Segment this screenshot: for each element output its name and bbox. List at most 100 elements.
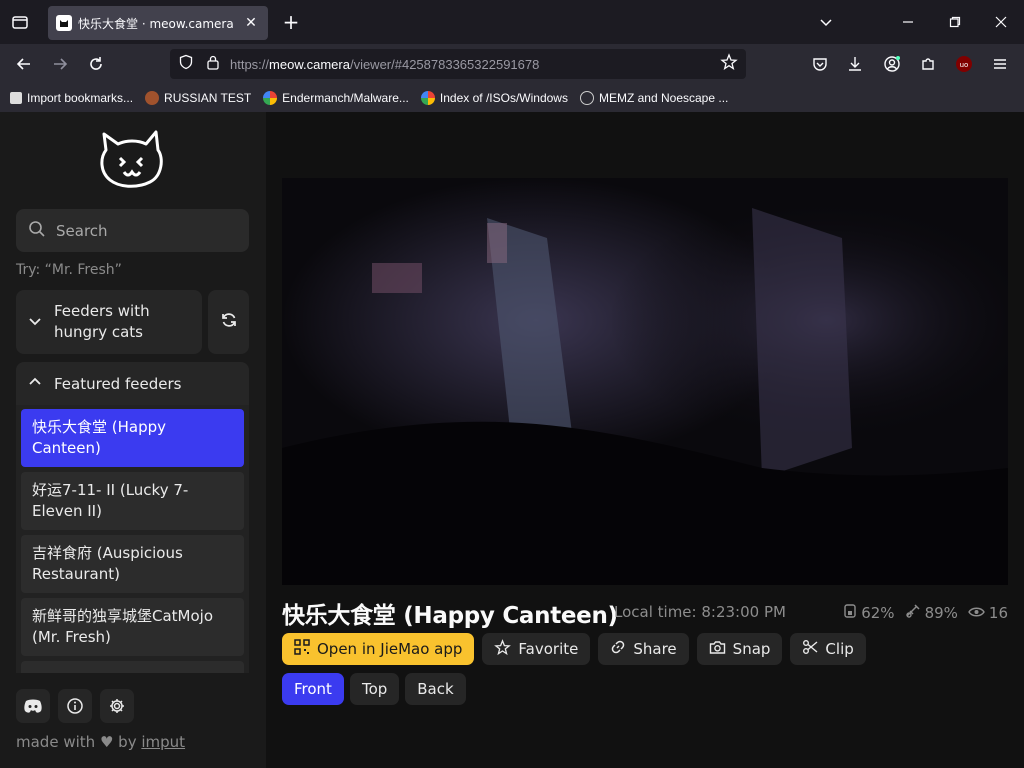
minimize-icon[interactable]: [896, 10, 920, 34]
clip-label: Clip: [825, 640, 854, 658]
search-icon: [28, 220, 46, 242]
page: Search Try: “Mr. Fresh” Feeders with hun…: [0, 112, 1024, 768]
pocket-icon[interactable]: [808, 52, 832, 76]
bookmark-item[interactable]: Import bookmarks...: [10, 91, 133, 105]
download-icon[interactable]: [843, 52, 867, 76]
browser-nav-bar: https://meow.camera/viewer/#425878336532…: [0, 44, 1024, 84]
bookmark-star-icon[interactable]: [720, 53, 738, 75]
account-icon[interactable]: [880, 52, 904, 76]
snap-button[interactable]: Snap: [696, 633, 783, 665]
close-window-icon[interactable]: [989, 10, 1013, 34]
search-hint: Try: “Mr. Fresh”: [16, 262, 122, 278]
bookmark-label: RUSSIAN TEST: [164, 91, 252, 105]
food-bowl-icon: [843, 603, 861, 622]
ublock-icon[interactable]: uo: [952, 52, 976, 76]
featured-feeders-toggle[interactable]: Featured feeders: [16, 362, 249, 405]
camera-stats: 62% 89% 16: [833, 603, 1008, 622]
feeder-item-lucky-7-eleven[interactable]: 好运7-11- II (Lucky 7-Eleven II): [21, 472, 244, 530]
lock-icon[interactable]: [206, 54, 220, 74]
extensions-icon[interactable]: [916, 52, 940, 76]
forward-arrow-icon[interactable]: [48, 52, 72, 76]
cat-logo-icon[interactable]: [98, 128, 168, 192]
svg-text:uo: uo: [960, 61, 969, 69]
bookmark-item[interactable]: RUSSIAN TEST: [145, 91, 251, 105]
bookmark-label: MEMZ and Noescape ...: [598, 91, 729, 105]
feeder-list: 快乐大食堂 (Happy Canteen) 好运7-11- II (Lucky …: [16, 405, 249, 673]
feeder-item-happy-canteen[interactable]: 快乐大食堂 (Happy Canteen): [21, 409, 244, 467]
feeders-label: Feeders with hungry cats: [54, 302, 150, 341]
camera-actions: Open in JieMao app Favorite Share Snap C…: [282, 633, 874, 665]
food-level-value: 62%: [861, 603, 895, 622]
feeder-item-auspicious[interactable]: 吉祥食府 (Auspicious Restaurant): [21, 535, 244, 593]
favorite-label: Favorite: [518, 640, 579, 658]
bookmark-label: Import bookmarks...: [27, 91, 134, 105]
view-back-button[interactable]: Back: [405, 673, 466, 705]
viewer-count-value: 16: [988, 603, 1008, 622]
chevron-down-icon[interactable]: [814, 10, 838, 34]
camera-view-selector: Front Top Back: [282, 673, 472, 705]
scissors-icon: [802, 639, 825, 659]
shield-icon[interactable]: [178, 54, 194, 74]
link-icon: [610, 639, 633, 659]
google-icon: [420, 91, 435, 105]
share-label: Share: [633, 640, 677, 658]
camera-video[interactable]: [282, 178, 1008, 585]
view-top-button[interactable]: Top: [349, 673, 400, 705]
google-icon: [263, 91, 278, 105]
reload-icon[interactable]: [84, 52, 108, 76]
star-icon: [494, 638, 518, 660]
discord-icon[interactable]: [16, 689, 50, 723]
url-path: /viewer/#4258783365322591678: [349, 56, 540, 72]
tab-title: 快乐大食堂 · meow.camera: [78, 16, 234, 31]
imput-link[interactable]: imput: [141, 733, 185, 751]
menu-hamburger-icon[interactable]: [988, 52, 1012, 76]
chevron-up-icon: [28, 374, 42, 393]
open-in-app-button[interactable]: Open in JieMao app: [282, 633, 475, 665]
restore-icon[interactable]: [943, 10, 967, 34]
battery-level-value: 89%: [924, 603, 958, 622]
local-time: Local time: 8:23:00 PM: [614, 603, 786, 621]
search-placeholder: Search: [56, 221, 108, 240]
settings-gear-icon[interactable]: [100, 689, 134, 723]
by-text: by: [118, 733, 137, 751]
open-in-app-label: Open in JieMao app: [317, 640, 463, 658]
made-with-text: made with: [16, 733, 96, 751]
battery-level: 89%: [905, 603, 958, 622]
clip-button[interactable]: Clip: [790, 633, 866, 665]
bookmark-item[interactable]: Endermanch/Malware...: [263, 91, 409, 105]
url-text: https://meow.camera/viewer/#425878336532…: [230, 57, 539, 72]
url-host: meow.camera: [269, 56, 350, 72]
sidebar-footer-icons: [16, 689, 142, 723]
new-tab-icon[interactable]: +: [280, 10, 302, 34]
bookmark-label: Index of /ISOs/Windows: [439, 91, 568, 105]
favicon-icon: [145, 91, 160, 105]
tab-list-icon[interactable]: [8, 10, 32, 34]
chevron-down-icon: [28, 313, 42, 332]
camera-title: 快乐大食堂 (Happy Canteen): [282, 603, 618, 629]
heart-icon: ♥: [99, 733, 114, 751]
url-bar[interactable]: https://meow.camera/viewer/#425878336532…: [170, 49, 746, 79]
battery-icon: [905, 603, 925, 622]
feeder-item-partial[interactable]: [21, 661, 244, 673]
feeders-hungry-cats-toggle[interactable]: Feeders with hungry cats: [16, 290, 202, 354]
refresh-button[interactable]: [208, 290, 249, 354]
back-arrow-icon[interactable]: [12, 52, 36, 76]
import-icon: [10, 92, 22, 104]
food-level: 62%: [843, 603, 895, 622]
search-input[interactable]: Search: [16, 209, 249, 252]
feeder-item-mr-fresh[interactable]: 新鲜哥的独享城堡CatMojo (Mr. Fresh): [21, 598, 244, 656]
bookmark-item[interactable]: MEMZ and Noescape ...: [579, 91, 729, 105]
url-prefix: https://: [230, 56, 270, 72]
share-button[interactable]: Share: [598, 633, 689, 665]
bookmarks-bar: Import bookmarks... RUSSIAN TEST Enderma…: [0, 84, 1024, 112]
camera-icon: [709, 640, 733, 659]
bookmark-item[interactable]: Index of /ISOs/Windows: [420, 91, 568, 105]
view-front-button[interactable]: Front: [282, 673, 344, 705]
main-content: 快乐大食堂 (Happy Canteen) Local time: 8:23:0…: [266, 112, 1024, 768]
snap-label: Snap: [732, 640, 771, 658]
favorite-button[interactable]: Favorite: [482, 633, 591, 665]
eye-icon: [968, 604, 989, 622]
browser-tab[interactable]: 快乐大食堂 · meow.camera ✕: [48, 6, 268, 40]
close-tab-icon[interactable]: ✕: [242, 14, 260, 32]
info-icon[interactable]: [58, 689, 92, 723]
